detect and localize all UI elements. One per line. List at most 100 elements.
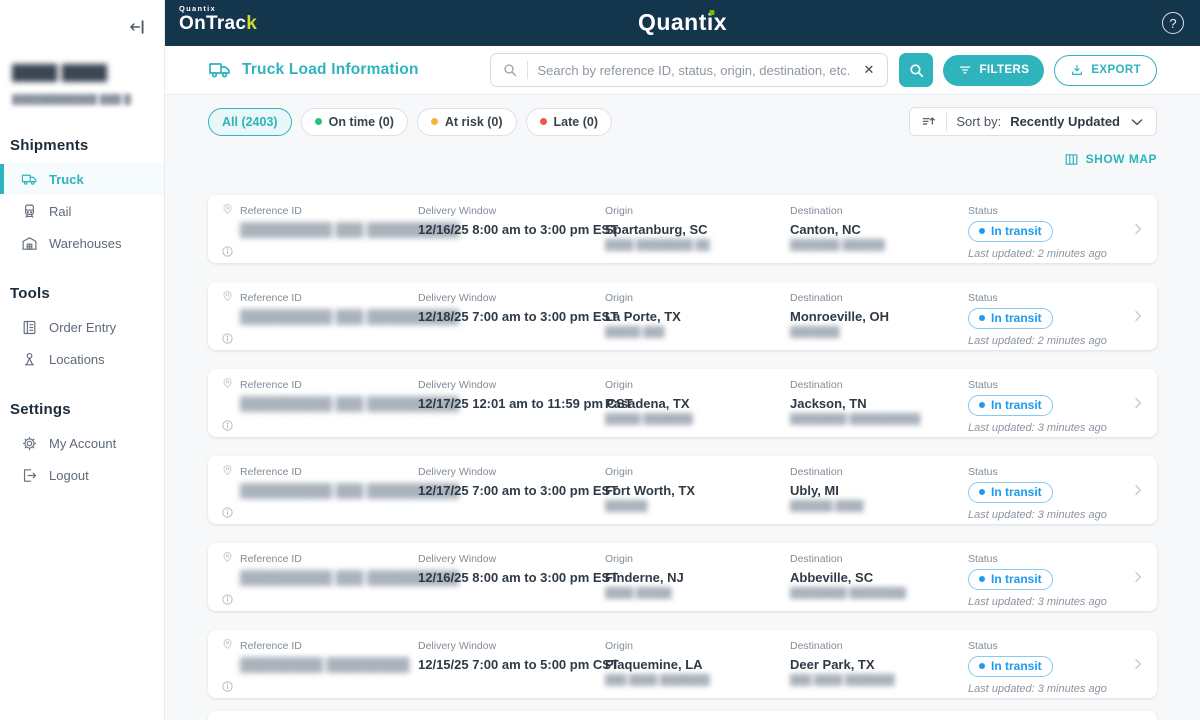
search-button[interactable] [899,53,934,87]
filter-chip-on-time[interactable]: On time (0) [300,107,408,136]
info-icon[interactable] [221,680,234,693]
status-badge: In transit [968,395,1053,416]
sidebar-item-truck[interactable]: Truck [0,163,164,195]
origin-column: Origin Spartanburg, SC ████ ████████ ██ [605,205,710,251]
status-badge: In transit [968,308,1053,329]
logout-icon [21,467,38,484]
filter-icon [958,63,972,77]
show-map-link[interactable]: SHOW MAP [1064,150,1157,168]
filter-chip-at-risk[interactable]: At risk (0) [416,107,517,136]
top-header-bar: Quantix OnTrack Quantix ? [165,0,1200,46]
info-icon[interactable] [221,506,234,519]
sidebar-item-rail[interactable]: Rail [0,195,164,227]
chevron-right-icon[interactable] [1130,221,1146,237]
map-pin-icon [221,637,234,650]
search-icon [908,62,925,79]
map-pin-icon [221,550,234,563]
locations-icon [21,351,38,368]
sidebar-item-warehouses[interactable]: Warehouses [0,227,164,259]
sidebar-item-label: Rail [49,203,72,219]
export-button[interactable]: EXPORT [1054,54,1157,86]
sidebar-item-my-account[interactable]: My Account [0,427,164,459]
delivery-window-value: 12/17/25 12:01 am to 11:59 pm CST [418,396,633,411]
delivery-window-value: 12/18/25 7:00 am to 3:00 pm EST [418,309,619,324]
shipment-card[interactable]: Reference ID ██████████ ███ ██████████ D… [208,543,1157,611]
shipment-card[interactable]: Reference ID ██████████ ███ ██████████ D… [208,282,1157,350]
section-title-settings: Settings [10,401,71,418]
info-icon[interactable] [221,593,234,606]
destination-address-blurred: ████████ ████████ [790,588,907,599]
destination-address-blurred: ████████ ██████████ [790,414,921,425]
delivery-window-column: Delivery Window 12/17/25 12:01 am to 11:… [418,379,633,411]
origin-column: Origin Fort Worth, TX ██████ [605,466,696,512]
origin-column: Origin Pasadena, TX █████ ███████ [605,379,693,425]
origin-column: Origin Finderne, NJ ████ █████ [605,553,684,599]
section-title-tools: Tools [10,285,50,302]
last-updated: Last updated: 3 minutes ago [968,596,1107,608]
origin-column: Origin La Porte, TX █████ ███ [605,292,681,338]
download-icon [1070,63,1084,77]
blue-dot-icon [979,402,985,408]
map-pin-icon [221,202,234,215]
red-dot-icon [539,118,547,125]
filter-chip-all[interactable]: All (2403) [208,107,292,136]
status-filter-row: All (2403) On time (0) At risk (0) Late … [208,107,1157,136]
search-input[interactable] [537,62,853,78]
search-divider [527,61,529,79]
chevron-down-icon [1129,114,1145,130]
chevron-right-icon[interactable] [1130,569,1146,585]
origin-value: La Porte, TX [605,309,681,324]
origin-value: Spartanburg, SC [605,222,708,237]
gear-icon [21,435,38,452]
chevron-right-icon[interactable] [1130,482,1146,498]
clear-search-icon[interactable]: ✕ [862,62,877,78]
sort-dropdown[interactable]: Sort by: Recently Updated [909,107,1157,136]
chevron-right-icon[interactable] [1130,395,1146,411]
help-icon[interactable]: ? [1162,12,1184,34]
main-column: Quantix OnTrack Quantix ? Truck Load Inf… [165,0,1200,720]
truck-icon [21,171,38,188]
user-name-blurred: ████ ████ [12,64,108,81]
filter-chip-late[interactable]: Late (0) [525,107,612,136]
map-pin-icon [221,289,234,302]
blue-dot-icon [979,576,985,582]
sidebar-item-label: Locations [49,351,105,367]
info-icon[interactable] [221,245,234,258]
chevron-right-icon[interactable] [1130,308,1146,324]
sort-divider [946,112,948,131]
rail-icon [21,203,38,220]
status-column: Status In transit Last updated: 3 minute… [968,553,1107,608]
sort-prefix: Sort by: [956,114,1002,129]
destination-address-blurred: ███████ ██████ [790,240,885,251]
shipment-card[interactable]: Reference ID ██████████ ███ ██████████ D… [208,369,1157,437]
ontrack-logo-quantix-text: Quantix [179,4,217,13]
shipment-card[interactable]: Reference ID ██████████ ███ ██████████ D… [208,456,1157,524]
status-column: Status In transit Last updated: 2 minute… [968,292,1107,347]
sidebar-item-label: Logout [49,467,89,483]
sidebar-item-logout[interactable]: Logout [0,459,164,491]
blue-dot-icon [979,228,985,234]
status-column: Status In transit Last updated: 3 minute… [968,379,1107,434]
sidebar-item-locations[interactable]: Locations [0,343,164,375]
status-column: Status In transit Last updated: 3 minute… [968,640,1107,695]
origin-address-blurred: ████ ████████ ██ [605,240,710,251]
last-updated: Last updated: 3 minutes ago [968,683,1107,695]
filters-button[interactable]: FILTERS [943,54,1045,86]
shipment-card-partial[interactable] [208,711,1157,720]
origin-value: Fort Worth, TX [605,483,696,498]
collapse-sidebar-icon[interactable] [128,17,148,37]
sidebar-item-label: Warehouses [49,235,122,251]
shipment-card[interactable]: Reference ID █████████ █████████ Deliver… [208,630,1157,698]
destination-column: Destination Canton, NC ███████ ██████ [790,205,885,251]
sidebar-nav: Shipments Truck Rail Warehouses Tools Or… [0,137,164,491]
status-column: Status In transit Last updated: 3 minute… [968,466,1107,521]
user-info: ████ ████ ████████████ ███ █ [12,64,152,105]
delivery-window-value: 12/16/25 8:00 am to 3:00 pm EST [418,222,619,237]
info-icon[interactable] [221,332,234,345]
info-icon[interactable] [221,419,234,432]
sidebar-item-order-entry[interactable]: Order Entry [0,311,164,343]
destination-column: Destination Deer Park, TX ███ ████ █████… [790,640,895,686]
destination-value: Deer Park, TX [790,657,875,672]
chevron-right-icon[interactable] [1130,656,1146,672]
shipment-card[interactable]: Reference ID ██████████ ███ ██████████ D… [208,195,1157,263]
